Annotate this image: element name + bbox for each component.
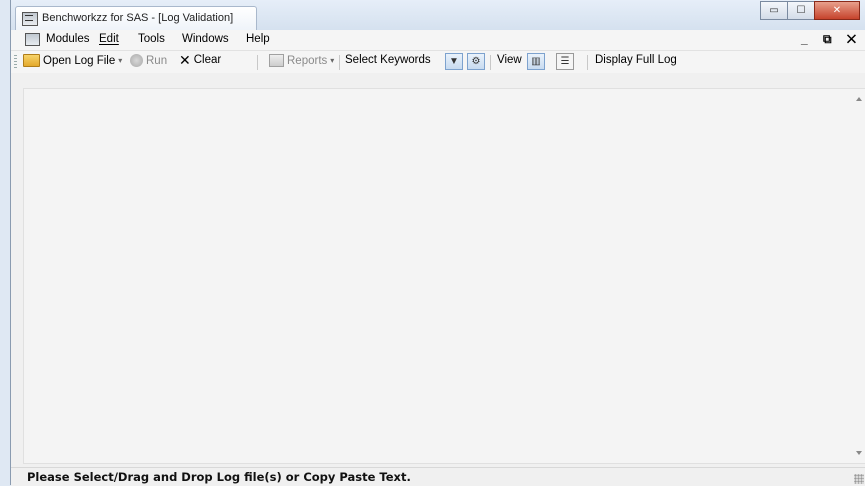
window-title: Benchworkzz for SAS - [Log Validation] xyxy=(42,12,234,24)
window-caption-buttons: ▭ ☐ ✕ xyxy=(760,1,860,20)
view-columns-button[interactable]: ▥ xyxy=(527,53,545,70)
select-keywords-label: Select Keywords xyxy=(345,54,431,66)
reports-icon xyxy=(269,54,284,67)
clear-icon: ✕ xyxy=(179,51,191,68)
toolbar-grip[interactable] xyxy=(14,55,17,69)
resize-grip[interactable] xyxy=(854,474,864,484)
mdi-window-controls[interactable]: _ ⧉ ✕ xyxy=(801,32,862,47)
funnel-icon: ▼ xyxy=(449,56,459,67)
menu-tools[interactable]: Tools xyxy=(138,33,165,45)
clear-button[interactable]: ✕ Clear xyxy=(179,51,222,68)
document-icon[interactable] xyxy=(25,33,40,46)
run-icon xyxy=(130,54,143,67)
chevron-down-icon[interactable]: ▾ xyxy=(118,56,122,65)
toolbar: Open Log File ▾ Run ✕ Clear Reports ▾ Se… xyxy=(11,51,865,73)
menu-windows[interactable]: Windows xyxy=(182,33,229,45)
scroll-down-icon[interactable] xyxy=(856,451,862,455)
view-label: View xyxy=(497,54,522,66)
application-window: Benchworkzz for SAS - [Log Validation] ▭… xyxy=(10,0,865,486)
close-button[interactable]: ✕ xyxy=(814,1,860,20)
menu-modules[interactable]: Modules xyxy=(46,33,89,45)
app-icon xyxy=(22,12,38,26)
minimize-button[interactable]: ▭ xyxy=(760,1,788,20)
status-bar: Please Select/Drag and Drop Log file(s) … xyxy=(11,467,865,486)
menu-edit[interactable]: Edit xyxy=(99,33,119,45)
filter-dropdown-button[interactable]: ▼ xyxy=(445,53,463,70)
reports-label: Reports xyxy=(287,54,328,67)
maximize-button[interactable]: ☐ xyxy=(787,1,815,20)
status-message: Please Select/Drag and Drop Log file(s) … xyxy=(27,470,411,484)
title-bar: Benchworkzz for SAS - [Log Validation] ▭… xyxy=(11,0,865,31)
log-content-area[interactable] xyxy=(23,88,865,464)
view-rows-button[interactable]: ☰ xyxy=(556,53,574,70)
reports-button[interactable]: Reports ▾ xyxy=(269,54,334,67)
run-button[interactable]: Run xyxy=(130,54,167,67)
open-log-file-label: Open Log File xyxy=(43,54,116,67)
menu-bar: Modules Edit Tools Windows Help _ ⧉ ✕ xyxy=(11,30,865,51)
toolbar-separator xyxy=(339,55,340,70)
vertical-scrollbar[interactable] xyxy=(851,89,865,463)
rows-icon: ☰ xyxy=(560,56,570,67)
columns-icon: ▥ xyxy=(531,56,541,67)
open-folder-icon xyxy=(23,54,40,67)
toolbar-separator xyxy=(587,55,588,70)
toolbar-separator xyxy=(490,55,491,70)
open-log-file-button[interactable]: Open Log File ▾ xyxy=(23,54,122,67)
scroll-up-icon[interactable] xyxy=(856,97,862,101)
chevron-down-icon[interactable]: ▾ xyxy=(330,56,334,65)
clear-label: Clear xyxy=(193,54,222,66)
menu-help[interactable]: Help xyxy=(246,33,270,45)
run-label: Run xyxy=(146,54,168,67)
display-full-log-button[interactable]: Display Full Log xyxy=(595,54,677,66)
toolbar-separator xyxy=(257,55,258,70)
window-title-tab[interactable]: Benchworkzz for SAS - [Log Validation] xyxy=(15,6,257,31)
gear-icon: ⚙ xyxy=(471,56,481,67)
keyword-settings-button[interactable]: ⚙ xyxy=(467,53,485,70)
